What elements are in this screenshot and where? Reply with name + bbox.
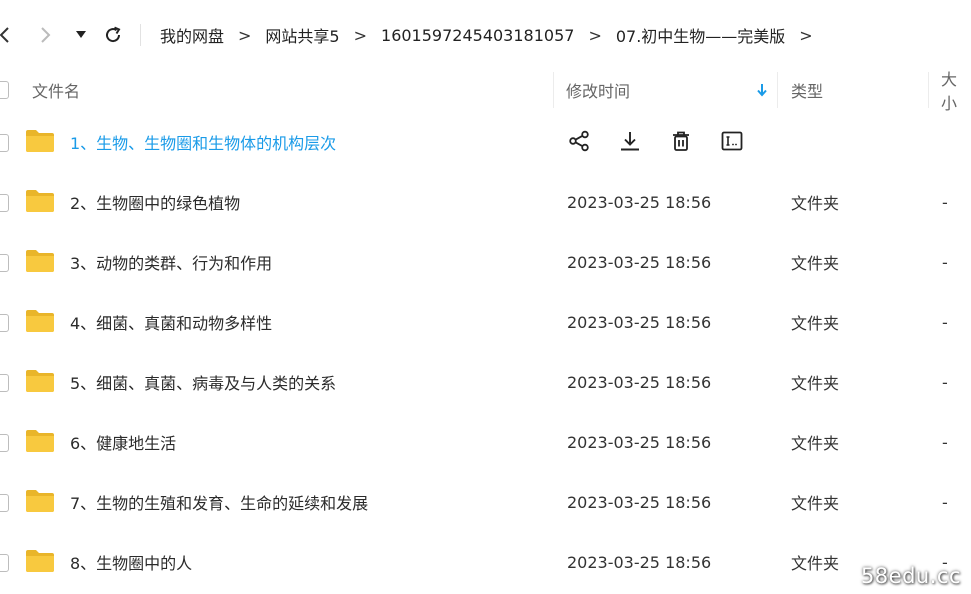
table-row[interactable]: 2、生物圈中的绿色植物 2023-03-25 18:56 文件夹 - bbox=[0, 172, 971, 232]
file-name[interactable]: 6、健康地生活 bbox=[70, 412, 176, 472]
file-size: - bbox=[942, 432, 948, 452]
file-size: - bbox=[942, 192, 948, 212]
nav-divider bbox=[140, 24, 141, 46]
file-modified-time: 2023-03-25 18:56 bbox=[567, 192, 712, 212]
rename-button[interactable] bbox=[719, 128, 745, 154]
table-row[interactable]: 5、细菌、真菌、病毒及与人类的关系 2023-03-25 18:56 文件夹 - bbox=[0, 352, 971, 412]
file-name[interactable]: 8、生物圈中的人 bbox=[70, 532, 192, 592]
row-actions bbox=[566, 128, 770, 156]
file-name[interactable]: 5、细菌、真菌、病毒及与人类的关系 bbox=[70, 352, 336, 412]
folder-icon bbox=[26, 430, 54, 452]
file-size: - bbox=[942, 312, 948, 332]
file-type: 文件夹 bbox=[791, 374, 840, 393]
file-modified-time: 2023-03-25 18:56 bbox=[567, 432, 712, 452]
watermark: 58edu.cc bbox=[860, 564, 961, 588]
file-list: 1、生物、生物圈和生物体的机构层次 2、生物圈中的绿色植物 2023-03-25… bbox=[0, 112, 971, 592]
breadcrumb-separator: > bbox=[353, 25, 368, 45]
row-checkbox[interactable] bbox=[0, 194, 9, 212]
file-modified-time: 2023-03-25 18:56 bbox=[567, 492, 712, 512]
forward-button[interactable] bbox=[36, 18, 56, 52]
share-button[interactable] bbox=[566, 128, 592, 154]
rename-icon bbox=[721, 131, 743, 151]
back-button[interactable] bbox=[0, 18, 14, 52]
file-type: 文件夹 bbox=[791, 314, 840, 333]
folder-icon bbox=[26, 490, 54, 512]
refresh-button[interactable] bbox=[100, 18, 126, 52]
file-type: 文件夹 bbox=[791, 194, 840, 213]
refresh-icon bbox=[106, 26, 121, 43]
row-checkbox[interactable] bbox=[0, 434, 9, 452]
chevron-right-icon bbox=[41, 27, 51, 43]
row-checkbox[interactable] bbox=[0, 374, 9, 392]
file-list-header: 文件名 修改时间 类型 大小 bbox=[0, 70, 971, 113]
column-divider bbox=[777, 72, 778, 108]
breadcrumb-item-share[interactable]: 网站共享5 bbox=[265, 23, 339, 47]
row-checkbox[interactable] bbox=[0, 314, 9, 332]
file-name[interactable]: 7、生物的生殖和发育、生命的延续和发展 bbox=[70, 472, 368, 532]
file-size: - bbox=[942, 372, 948, 392]
file-name[interactable]: 3、动物的类群、行为和作用 bbox=[70, 232, 272, 292]
select-all-checkbox[interactable] bbox=[0, 70, 9, 110]
delete-icon bbox=[673, 131, 689, 151]
file-type: 文件夹 bbox=[791, 494, 840, 513]
column-header-modified[interactable]: 修改时间 bbox=[566, 70, 630, 110]
table-row[interactable]: 7、生物的生殖和发育、生命的延续和发展 2023-03-25 18:56 文件夹… bbox=[0, 472, 971, 532]
delete-button[interactable] bbox=[668, 128, 694, 154]
breadcrumb-separator: > bbox=[588, 25, 602, 45]
sort-descending-icon[interactable] bbox=[756, 70, 768, 110]
table-row[interactable]: 4、细菌、真菌和动物多样性 2023-03-25 18:56 文件夹 - bbox=[0, 292, 971, 352]
folder-icon bbox=[26, 550, 54, 572]
row-checkbox[interactable] bbox=[0, 494, 9, 512]
breadcrumb-item-id[interactable]: 1601597245403181057 bbox=[381, 26, 574, 45]
folder-icon bbox=[26, 190, 54, 212]
share-icon bbox=[569, 130, 589, 152]
download-button[interactable] bbox=[617, 128, 643, 154]
row-checkbox[interactable] bbox=[0, 254, 9, 272]
column-header-name[interactable]: 文件名 bbox=[32, 70, 80, 110]
file-size: - bbox=[942, 252, 948, 272]
file-modified-time: 2023-03-25 18:56 bbox=[567, 372, 712, 392]
file-name[interactable]: 1、生物、生物圈和生物体的机构层次 bbox=[70, 112, 336, 172]
file-name[interactable]: 4、细菌、真菌和动物多样性 bbox=[70, 292, 272, 352]
file-type: 文件夹 bbox=[791, 254, 840, 273]
column-divider bbox=[553, 72, 554, 108]
navigation-bar: 我的网盘 > 网站共享5 > 1601597245403181057 > 07.… bbox=[0, 0, 971, 70]
table-row[interactable]: 8、生物圈中的人 2023-03-25 18:56 文件夹 - bbox=[0, 532, 971, 592]
table-row[interactable]: 1、生物、生物圈和生物体的机构层次 bbox=[0, 112, 971, 172]
table-row[interactable]: 6、健康地生活 2023-03-25 18:56 文件夹 - bbox=[0, 412, 971, 472]
breadcrumb-item-root[interactable]: 我的网盘 bbox=[160, 23, 224, 47]
column-header-size[interactable]: 大小 bbox=[941, 70, 971, 113]
download-icon bbox=[621, 132, 639, 151]
column-header-type[interactable]: 类型 bbox=[791, 70, 823, 110]
file-modified-time: 2023-03-25 18:56 bbox=[567, 252, 712, 272]
file-name[interactable]: 2、生物圈中的绿色植物 bbox=[70, 172, 240, 232]
row-checkbox[interactable] bbox=[0, 554, 9, 572]
caret-down-icon bbox=[76, 31, 86, 38]
row-checkbox[interactable] bbox=[0, 134, 9, 152]
file-type: 文件夹 bbox=[791, 554, 840, 573]
file-type: 文件夹 bbox=[791, 434, 840, 453]
breadcrumb-item-current[interactable]: 07.初中生物——完美版 bbox=[616, 23, 785, 47]
chevron-left-icon bbox=[0, 27, 9, 43]
file-modified-time: 2023-03-25 18:56 bbox=[567, 552, 712, 572]
breadcrumb-separator: > bbox=[799, 25, 813, 45]
folder-icon bbox=[26, 310, 54, 332]
file-size: - bbox=[942, 492, 948, 512]
breadcrumb-separator: > bbox=[238, 25, 252, 45]
folder-icon bbox=[26, 370, 54, 392]
folder-icon bbox=[26, 130, 54, 152]
history-dropdown-button[interactable] bbox=[72, 18, 90, 52]
column-divider bbox=[928, 72, 929, 108]
file-modified-time: 2023-03-25 18:56 bbox=[567, 312, 712, 332]
table-row[interactable]: 3、动物的类群、行为和作用 2023-03-25 18:56 文件夹 - bbox=[0, 232, 971, 292]
folder-icon bbox=[26, 250, 54, 272]
breadcrumb: 我的网盘 > 网站共享5 > 1601597245403181057 > 07.… bbox=[160, 0, 827, 70]
